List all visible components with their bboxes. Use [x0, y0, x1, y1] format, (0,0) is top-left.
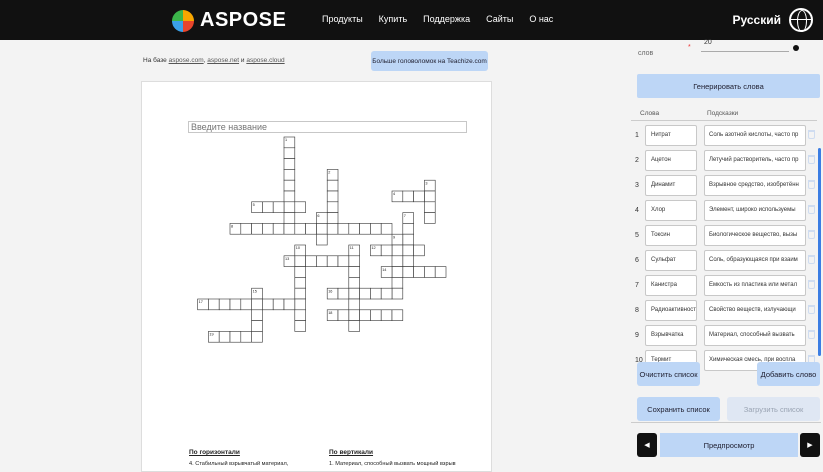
- puzzle-title-input[interactable]: [188, 121, 467, 133]
- word-input[interactable]: Токсин: [645, 225, 697, 246]
- required-marker: *: [688, 44, 691, 51]
- preview-button[interactable]: Предпросмотр: [660, 433, 798, 457]
- aspose-logo-icon: [172, 9, 194, 32]
- word-row: 9 Взрывчатка Материал, способный вызвать: [631, 324, 817, 349]
- row-number: 7: [635, 282, 639, 289]
- list-scrollbar[interactable]: [818, 148, 821, 356]
- header-divider: [631, 120, 817, 121]
- word-row: 3 Динамит Взрывное средство, изобретённ: [631, 174, 817, 199]
- row-number: 9: [635, 332, 639, 339]
- row-number: 5: [635, 232, 639, 239]
- word-row: 5 Токсин Биологическое вещество, вызы: [631, 224, 817, 249]
- word-count-label: слов: [638, 50, 654, 57]
- hint-input[interactable]: Соль, образующаяся при взаим: [704, 250, 806, 271]
- word-input[interactable]: Канистра: [645, 275, 697, 296]
- nav-sites[interactable]: Сайты: [486, 14, 513, 24]
- row-number: 4: [635, 207, 639, 214]
- aspose-logo[interactable]: ASPOSE: [172, 9, 286, 32]
- across-clues-heading: По горизонтали: [189, 449, 240, 456]
- hint-input[interactable]: Взрывное средство, изобретённ: [704, 175, 806, 196]
- word-input[interactable]: Динамит: [645, 175, 697, 196]
- hint-input[interactable]: Материал, способный вызвать: [704, 325, 806, 346]
- clear-list-button[interactable]: Очистить список: [637, 362, 700, 386]
- add-word-button[interactable]: Добавить слово: [757, 362, 820, 386]
- hint-input[interactable]: Биологическое вещество, вызы: [704, 225, 806, 246]
- link-aspose-com[interactable]: aspose.com: [169, 57, 204, 64]
- row-number: 1: [635, 132, 639, 139]
- word-input[interactable]: Ацетон: [645, 150, 697, 171]
- word-input[interactable]: Радиоактивность: [645, 300, 697, 321]
- slider-handle-icon[interactable]: [793, 45, 799, 51]
- based-on-joiner: и: [240, 57, 245, 64]
- hint-input[interactable]: Емкость из пластика или метал: [704, 275, 806, 296]
- based-on-prefix: На базе: [143, 57, 167, 64]
- trash-icon[interactable]: [808, 305, 815, 314]
- trash-icon[interactable]: [808, 255, 815, 264]
- prev-arrow-icon[interactable]: ◀: [637, 433, 657, 457]
- word-row: 1 Нитрат Соль азотной кислоты, часто пр: [631, 124, 817, 149]
- hints-column-header: Подсказки: [707, 110, 739, 117]
- word-input[interactable]: Хлор: [645, 200, 697, 221]
- word-input[interactable]: Взрывчатка: [645, 325, 697, 346]
- generate-words-button[interactable]: Генерировать слова: [637, 74, 820, 98]
- brand-name: ASPOSE: [200, 9, 287, 31]
- main-menu: Продукты Купить Поддержка Сайты О нас: [322, 14, 553, 24]
- word-input[interactable]: Нитрат: [645, 125, 697, 146]
- trash-icon[interactable]: [808, 130, 815, 139]
- top-navigation-bar: ASPOSE Продукты Купить Поддержка Сайты О…: [0, 0, 823, 40]
- hint-input[interactable]: Соль азотной кислоты, часто пр: [704, 125, 806, 146]
- down-clues-heading: По вертикали: [329, 449, 374, 456]
- trash-icon[interactable]: [808, 205, 815, 214]
- word-row: 6 Сульфат Соль, образующаяся при взаим: [631, 249, 817, 274]
- word-row: 8 Радиоактивность Свойство веществ, излуча…: [631, 299, 817, 324]
- across-clue-item: 4. Стабильный взрывчатый материал,: [189, 461, 289, 467]
- hint-input[interactable]: Свойство веществ, излучающи: [704, 300, 806, 321]
- word-count-input[interactable]: 20: [701, 39, 789, 52]
- crossword-sheet: [141, 81, 492, 472]
- save-list-button[interactable]: Сохранить список: [637, 397, 720, 421]
- word-input[interactable]: Сульфат: [645, 250, 697, 271]
- trash-icon[interactable]: [808, 230, 815, 239]
- nav-products[interactable]: Продукты: [322, 14, 363, 24]
- row-number: 3: [635, 182, 639, 189]
- words-column-header: Слова: [640, 110, 660, 117]
- word-row: 7 Канистра Емкость из пластика или метал: [631, 274, 817, 299]
- next-arrow-icon[interactable]: ▶: [800, 433, 820, 457]
- globe-icon[interactable]: [789, 8, 813, 32]
- teachize-button[interactable]: Больше головоломок на Teachize.com: [371, 51, 488, 71]
- down-clue-item: 1. Материал, способный вызвать мощный вз…: [329, 461, 456, 467]
- trash-icon[interactable]: [808, 280, 815, 289]
- row-number: 2: [635, 157, 639, 164]
- trash-icon[interactable]: [808, 330, 815, 339]
- row-number: 8: [635, 307, 639, 314]
- nav-buy[interactable]: Купить: [379, 14, 407, 24]
- trash-icon[interactable]: [808, 180, 815, 189]
- link-aspose-cloud[interactable]: aspose.cloud: [246, 57, 284, 64]
- based-on-note: На базе aspose.com, aspose.net и aspose.…: [143, 57, 285, 64]
- word-row: 4 Хлор Элемент, широко используемы: [631, 199, 817, 224]
- link-aspose-net[interactable]: aspose.net: [207, 57, 239, 64]
- panel-divider: [631, 422, 821, 423]
- language-selector[interactable]: Русский: [733, 13, 782, 27]
- nav-support[interactable]: Поддержка: [423, 14, 470, 24]
- hint-input[interactable]: Элемент, широко используемы: [704, 200, 806, 221]
- trash-icon[interactable]: [808, 155, 815, 164]
- nav-about[interactable]: О нас: [529, 14, 553, 24]
- load-list-button[interactable]: Загрузить список: [727, 397, 820, 421]
- word-row: 2 Ацетон Летучий растворитель, часто пр: [631, 149, 817, 174]
- row-number: 6: [635, 257, 639, 264]
- hint-input[interactable]: Летучий растворитель, часто пр: [704, 150, 806, 171]
